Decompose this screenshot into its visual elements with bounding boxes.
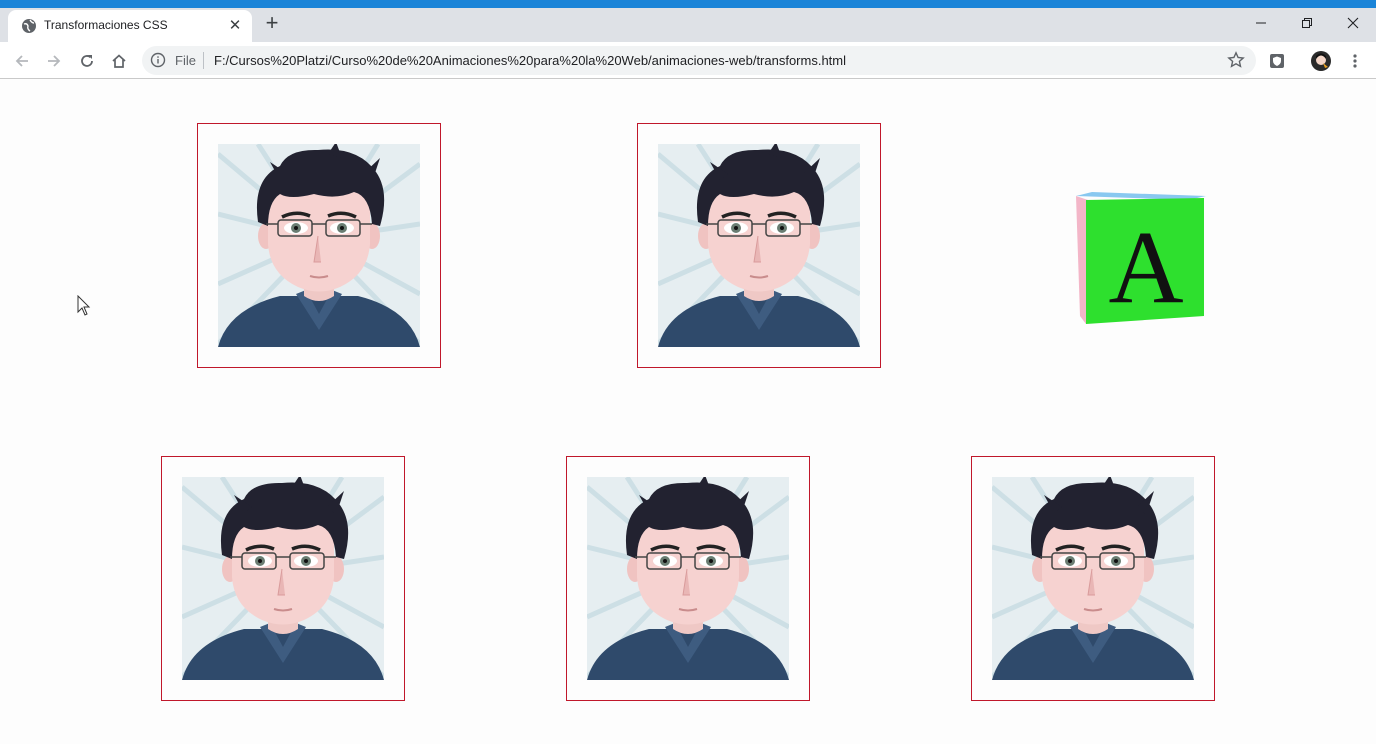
forward-button[interactable] (41, 48, 67, 74)
info-icon[interactable] (150, 52, 166, 68)
tab-close-icon[interactable]: ✕ (226, 17, 244, 35)
avatar-image (587, 477, 789, 680)
new-tab-button[interactable]: + (260, 12, 284, 36)
avatar-image (218, 144, 420, 347)
file-scheme-label: File (175, 53, 196, 68)
cube-letter: A (1108, 210, 1183, 325)
avatar-image (992, 477, 1194, 680)
avatar-card-5 (971, 456, 1215, 701)
avatar-card-1 (197, 123, 441, 368)
extension-icon (1270, 54, 1284, 68)
url-text[interactable]: F:/Cursos%20Platzi/Curso%20de%20Animacio… (214, 53, 846, 68)
back-icon (15, 55, 28, 67)
menu-button[interactable] (1342, 48, 1368, 74)
avatar-card-4 (566, 456, 810, 701)
browser-toolbar: File F:/Cursos%20Platzi/Curso%20de%20Ani… (0, 42, 1376, 79)
avatar-card-3 (161, 456, 405, 701)
minimize-icon (1256, 22, 1266, 24)
reload-button[interactable] (74, 48, 100, 74)
page-content: A (0, 80, 1376, 744)
close-window-button[interactable] (1330, 8, 1376, 38)
extension-button[interactable] (1264, 48, 1290, 74)
address-separator (203, 52, 204, 69)
back-button[interactable] (9, 48, 35, 74)
forward-icon (48, 55, 61, 67)
rotating-cube: A (1076, 192, 1206, 325)
home-button[interactable] (106, 48, 132, 74)
restore-button[interactable] (1284, 8, 1330, 38)
home-icon (112, 54, 126, 68)
avatar-image (182, 477, 384, 680)
profile-button[interactable] (1308, 48, 1334, 74)
globe-icon (22, 19, 36, 33)
address-bar[interactable]: File F:/Cursos%20Platzi/Curso%20de%20Ani… (142, 46, 1256, 75)
browser-window: Transformaciones CSS ✕ + File F:/Cursos%… (0, 0, 1376, 744)
avatar-image (658, 144, 860, 347)
tab-active[interactable]: Transformaciones CSS ✕ (8, 10, 252, 42)
tab-strip: Transformaciones CSS ✕ + (0, 8, 1376, 42)
avatar-card-2 (637, 123, 881, 368)
title-bar-accent (0, 0, 1376, 8)
tab-title: Transformaciones CSS (44, 18, 168, 32)
mouse-cursor-icon (77, 295, 91, 316)
profile-icon (1311, 51, 1331, 71)
star-icon[interactable] (1227, 51, 1245, 69)
restore-icon (1302, 18, 1312, 28)
menu-icon (1353, 54, 1357, 68)
minimize-button[interactable] (1238, 8, 1284, 38)
close-icon (1347, 17, 1359, 29)
reload-icon (81, 55, 93, 67)
